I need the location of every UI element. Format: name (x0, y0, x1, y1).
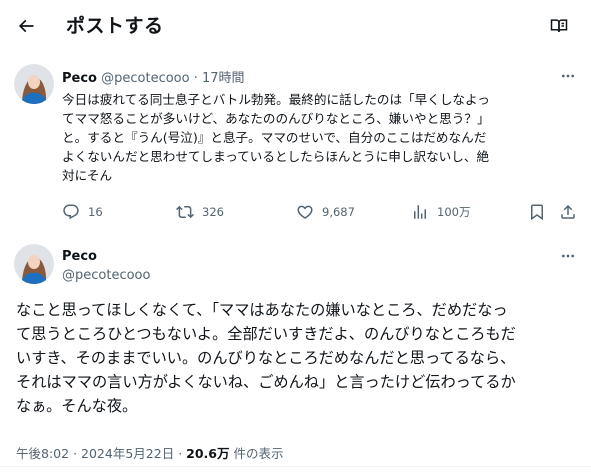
more-dots-icon (562, 74, 574, 78)
text-line: と。すると『うん(号泣)』と息子。ママのせいで、自分のここはだめなんだ (62, 130, 487, 145)
reply-count: 16 (88, 205, 103, 219)
post-metadata: 午後8:02 · 2024年5月22日 · 20.6万 件の表示 (16, 443, 284, 462)
share-button[interactable] (559, 203, 577, 221)
author-name[interactable]: Peco (62, 249, 97, 264)
top-bar: ポストする (0, 0, 591, 52)
text-line: よくないんだと思わせてしまっているとしたらほんとうに申し訳ないし、絶 (62, 149, 490, 164)
text-line: いすき、そのままでいい。のんびりなところだめなんだと思ってるなら、 (16, 349, 516, 367)
like-button[interactable]: 9,687 (296, 203, 355, 221)
repost-count: 326 (202, 205, 224, 219)
avatar-image (14, 244, 54, 284)
bookmark-icon (531, 204, 543, 221)
repost-button[interactable]: 326 (176, 203, 224, 221)
reply-icon (63, 204, 79, 220)
like-count: 9,687 (322, 205, 355, 219)
more-button[interactable] (558, 246, 578, 266)
avatar[interactable] (14, 64, 54, 104)
main-post-text: なこと思ってほしくなくて、「ママはあなたの嫌いなところ、だめだなっ て思うところ… (16, 298, 586, 418)
post-time[interactable]: 午後8:02 (16, 446, 69, 461)
reader-button[interactable] (546, 13, 572, 39)
avatar[interactable] (14, 244, 54, 284)
views-label: 件の表示 (233, 446, 284, 461)
author-handle[interactable]: @pecotecooo (62, 268, 150, 283)
analytics-icon (414, 205, 426, 219)
separator-dot: · (193, 71, 198, 86)
reply-button[interactable]: 16 (62, 203, 103, 221)
parent-post-text: 今日は疲れてる同士息子とバトル勃発。最終的に話したのは「早くしなよっ てママ怒る… (62, 90, 582, 185)
separator-dot: · (178, 446, 183, 461)
more-dots-icon (562, 254, 574, 258)
parent-post-header: Peco @pecotecooo · 17時間 (62, 67, 245, 86)
views-count: 20.6万 (186, 446, 230, 461)
book-open-icon (550, 19, 568, 32)
view-count: 100万 (437, 205, 471, 219)
post-time[interactable]: 17時間 (202, 71, 245, 86)
post-date[interactable]: 2024年5月22日 (81, 446, 174, 461)
text-line: 今日は疲れてる同士息子とバトル勃発。最終的に話したのは「早くしなよっ (62, 92, 490, 107)
main-post-author-name-row: Peco (62, 249, 97, 264)
divider (0, 466, 591, 467)
bookmark-button[interactable] (528, 203, 546, 221)
text-line: てママ怒ることが多いけど、あなたののんびりなところ、嫌いやと思う？」 (62, 111, 490, 126)
text-line: 対にそん (62, 168, 113, 183)
arrow-left-icon (18, 19, 34, 33)
text-line: それはママの言い方がよくないね、ごめんね」と言ったけど伝わってるか (16, 373, 516, 391)
more-button[interactable] (558, 66, 578, 86)
text-line: なこと思ってほしくなくて、「ママはあなたの嫌いなところ、だめだなっ (16, 301, 508, 319)
avatar-image (14, 64, 54, 104)
author-handle[interactable]: @pecotecooo (101, 71, 189, 86)
main-post-author-handle-row: @pecotecooo (62, 268, 150, 283)
share-icon (561, 204, 575, 219)
page-title: ポストする (66, 15, 164, 37)
back-button[interactable] (12, 12, 40, 40)
heart-icon (297, 205, 313, 219)
separator-dot: · (73, 446, 78, 461)
views-button[interactable]: 100万 (411, 203, 470, 221)
text-line: なぁ。そんな夜。 (16, 397, 138, 415)
author-name[interactable]: Peco (62, 71, 97, 86)
repost-icon (176, 205, 194, 219)
text-line: て思うところひとつもないよ。全部だいすきだよ、のんびりなところもだ (16, 325, 516, 343)
